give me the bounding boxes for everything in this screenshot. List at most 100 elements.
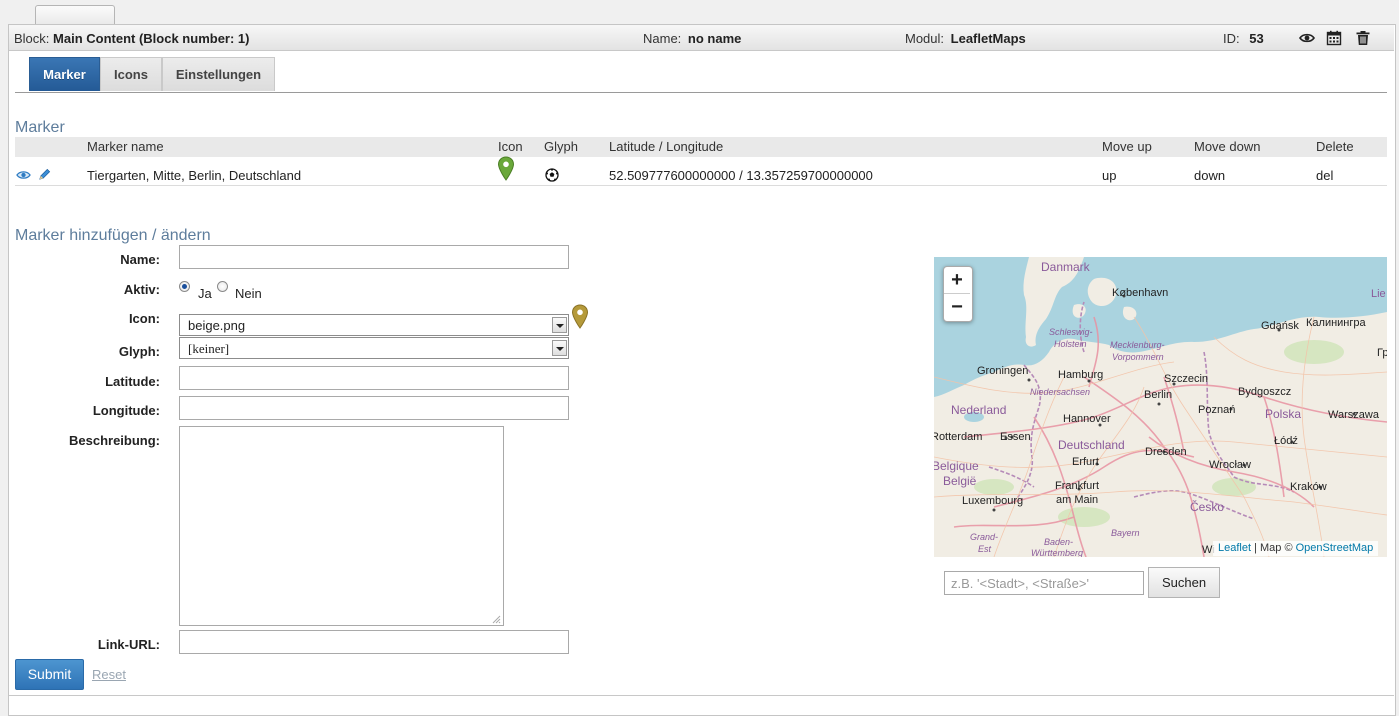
col-move-up: Move up: [1102, 139, 1152, 154]
calendar-icon[interactable]: [1326, 30, 1342, 46]
map-label: Belgique: [934, 459, 979, 473]
block-label: Block:: [14, 31, 50, 46]
map-label: Deutschland: [1058, 438, 1125, 452]
modul-info: Modul: LeafletMaps: [905, 31, 1026, 46]
block-info: Block: Main Content (Block number: 1): [14, 31, 249, 46]
latlng-cell: 52.509777600000000 / 13.357259700000000: [609, 168, 873, 183]
map-label: Hannover: [1063, 413, 1111, 425]
map-label: Vorpommern: [1112, 352, 1164, 362]
delete-link[interactable]: del: [1316, 168, 1333, 183]
map-label: Česko: [1190, 500, 1225, 514]
attribution-separator: | Map ©: [1251, 542, 1296, 554]
aktiv-nein-radio[interactable]: [217, 281, 228, 292]
map-label: Erfurt: [1072, 456, 1099, 468]
panel-bottom-border: [9, 695, 1394, 696]
aktiv-label: Aktiv:: [123, 282, 160, 297]
latitude-input[interactable]: [179, 366, 569, 390]
map-label: Holstein: [1054, 339, 1087, 349]
aktiv-ja-label: Ja: [198, 286, 212, 301]
top-tab[interactable]: [35, 5, 115, 25]
beschreibung-textarea[interactable]: [179, 426, 504, 626]
col-delete: Delete: [1316, 139, 1354, 154]
map-label: Groningen: [977, 365, 1029, 377]
modul-label: Modul:: [905, 31, 945, 46]
map-label: Mecklenburg-: [1110, 340, 1165, 350]
map-label: Grand-: [970, 532, 999, 542]
move-down-link[interactable]: down: [1194, 168, 1225, 183]
col-move-down: Move down: [1194, 139, 1261, 154]
row-divider: [15, 185, 1387, 186]
latitude-label: Latitude:: [105, 374, 160, 389]
trash-icon[interactable]: [1355, 30, 1371, 46]
longitude-label: Longitude:: [92, 403, 160, 418]
map-label: Baden-: [1044, 537, 1074, 547]
map-label: Polska: [1265, 407, 1302, 421]
beige-map-pin-icon: [571, 304, 589, 329]
modul-value: LeafletMaps: [950, 31, 1026, 46]
resize-grip-icon[interactable]: [491, 614, 501, 624]
map-label: Essen: [1000, 431, 1031, 443]
icon-select[interactable]: beige.png: [179, 314, 569, 336]
map-label: Est: [978, 544, 992, 554]
map-label: Warszawa: [1328, 409, 1379, 421]
green-map-pin-icon: [497, 156, 515, 181]
form-section-title: Marker hinzufügen / ändern: [15, 227, 211, 244]
glyph-select-value: [keiner]: [188, 341, 230, 356]
chevron-down-icon: [552, 340, 567, 356]
tab-icons[interactable]: Icons: [100, 57, 162, 91]
address-search-input[interactable]: [944, 571, 1144, 595]
tab-marker[interactable]: Marker: [29, 57, 100, 91]
map-label: København: [1112, 287, 1169, 299]
search-button[interactable]: Suchen: [1148, 567, 1220, 598]
move-up-link[interactable]: up: [1102, 168, 1116, 183]
map-label: Berlin: [1144, 389, 1173, 401]
icon-field-label: Icon:: [128, 311, 160, 326]
id-value: 53: [1249, 31, 1264, 46]
icon-select-value: beige.png: [188, 318, 246, 333]
marker-section-title: Marker: [15, 119, 65, 136]
map-label: am Main: [1056, 494, 1099, 506]
name-value: no name: [687, 31, 742, 46]
eye-icon[interactable]: [1299, 30, 1315, 46]
map-labels: Danmark København Gdańsk Калинингра Lie …: [934, 257, 1387, 557]
col-icon: Icon: [498, 139, 523, 154]
map-label: Гр: [1377, 347, 1387, 359]
marker-name-cell: Tiergarten, Mitte, Berlin, Deutschland: [87, 168, 302, 183]
link-url-label: Link-URL:: [97, 637, 160, 652]
name-field-label: Name:: [120, 252, 160, 267]
glyph-select[interactable]: [keiner]: [179, 337, 569, 359]
longitude-input[interactable]: [179, 396, 569, 420]
name-input[interactable]: [179, 245, 569, 269]
map-label: Nederland: [951, 403, 1007, 417]
aktiv-ja-radio[interactable]: [179, 281, 190, 292]
map-label: Niedersachsen: [1030, 387, 1091, 397]
leaflet-link[interactable]: Leaflet: [1218, 542, 1251, 554]
map-label: Bayern: [1111, 528, 1140, 538]
map-label: Gdańsk: [1261, 320, 1299, 332]
map-label: Lie: [1371, 288, 1386, 300]
map-label: Poznań: [1198, 404, 1236, 416]
col-marker-name: Marker name: [87, 139, 164, 154]
submit-button[interactable]: Submit: [15, 659, 84, 690]
beschreibung-label: Beschreibung:: [68, 433, 160, 448]
openstreetmap-link[interactable]: OpenStreetMap: [1296, 542, 1374, 554]
map-label: Szczecin: [1164, 373, 1209, 385]
map-label: Калинингра: [1306, 317, 1366, 329]
tab-einstellungen[interactable]: Einstellungen: [162, 57, 275, 91]
name-info: Name: no name: [643, 31, 741, 46]
football-icon: [545, 168, 559, 182]
map-label: Bydgoszcz: [1238, 386, 1292, 398]
map-label: Luxembourg: [962, 495, 1024, 507]
zoom-out-button[interactable]: −: [944, 294, 970, 320]
map-label: België: [943, 474, 977, 488]
reset-link[interactable]: Reset: [92, 667, 126, 682]
map-label: Schleswig-: [1049, 327, 1093, 337]
link-url-input[interactable]: [179, 630, 569, 654]
edit-pencil-icon[interactable]: [38, 168, 51, 181]
map-view[interactable]: Danmark København Gdańsk Калинингра Lie …: [934, 257, 1387, 557]
chevron-down-icon: [552, 317, 567, 333]
id-label: ID:: [1223, 31, 1240, 46]
view-eye-icon[interactable]: [16, 169, 31, 181]
block-value: Main Content (Block number: 1): [53, 31, 250, 46]
zoom-in-button[interactable]: +: [944, 267, 970, 293]
